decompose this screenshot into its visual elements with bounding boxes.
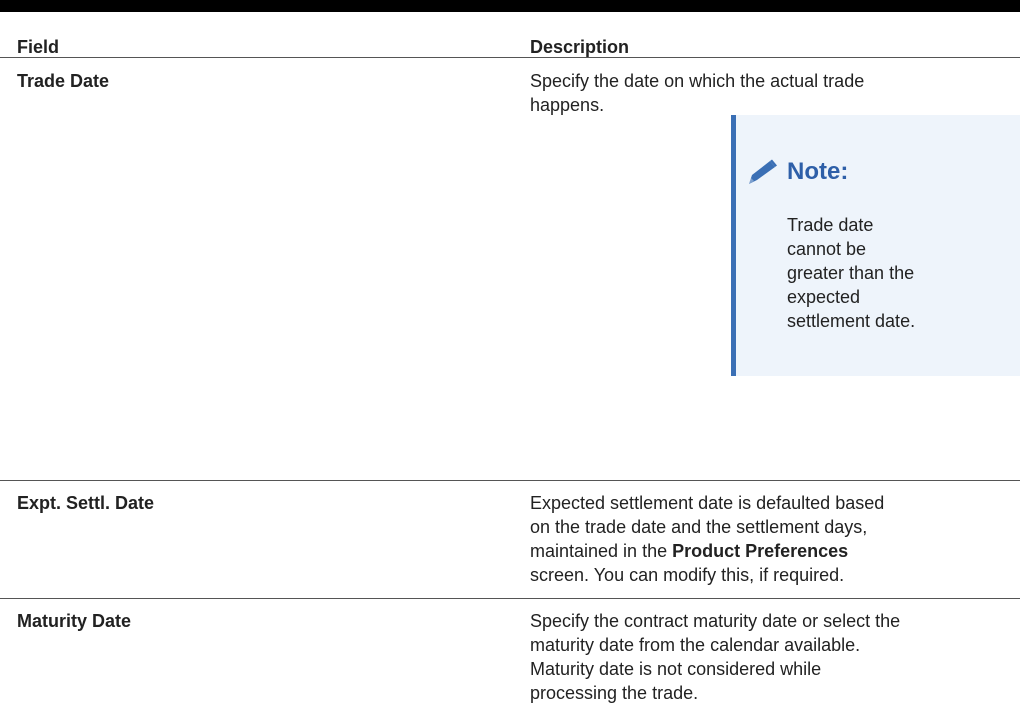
description-text: screen. You can modify this, if required… [530,565,845,585]
field-description: Expected settlement date is defaulted ba… [530,491,1020,587]
field-name: Trade Date [17,71,110,91]
table-header-row: Field Description [0,12,1020,58]
note-title: Note: [787,158,849,185]
pencil-icon [743,158,779,186]
note-header: Note: [743,158,848,186]
field-description: Specify the date on which the actual tra… [530,71,865,115]
field-name: Maturity Date [17,611,132,631]
product-preferences-ref: Product Preferences [672,541,849,561]
table-row: Maturity Date Specify the contract matur… [0,599,1020,719]
note-callout: Note: Trade date cannot be greater than … [731,115,1020,376]
table-row: Expt. Settl. Date Expected settlement da… [0,481,1020,599]
header-field: Field [17,37,60,57]
table-top-rule [0,0,1020,12]
field-name: Expt. Settl. Date [17,493,155,513]
field-description: Specify the contract maturity date or se… [530,611,901,703]
header-description: Description [530,37,630,57]
note-body: Trade date cannot be greater than the ex… [787,215,916,331]
